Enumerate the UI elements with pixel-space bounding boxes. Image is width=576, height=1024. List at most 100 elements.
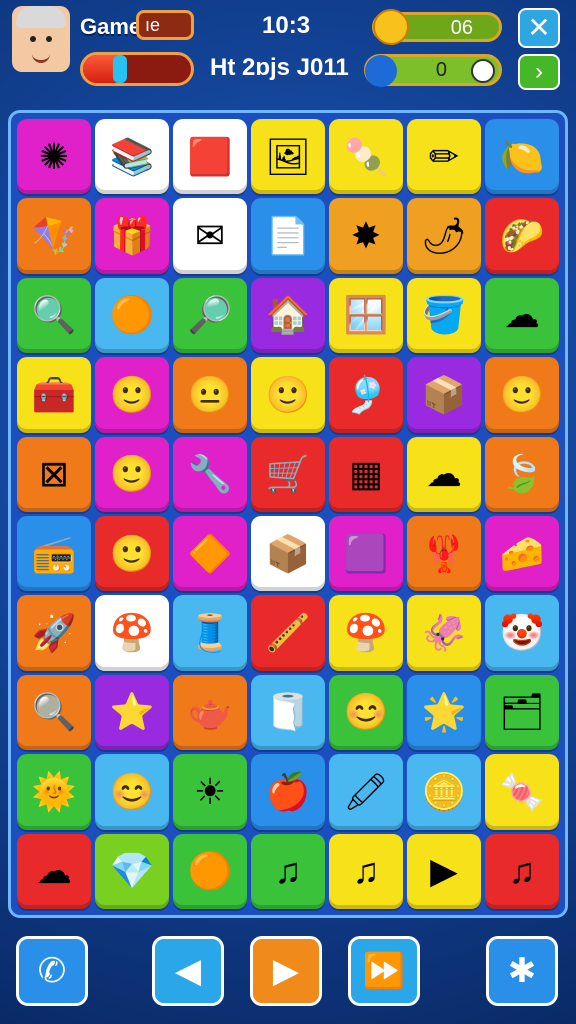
gem-icon: 💎 (109, 850, 155, 892)
close-button[interactable]: ✕ (518, 8, 560, 48)
tile[interactable]: ♫ (485, 833, 559, 909)
tile[interactable]: ☁ (17, 833, 91, 909)
tile[interactable]: 🟪 (329, 516, 403, 592)
tile[interactable]: 🌮 (485, 198, 559, 274)
tile[interactable]: 😐 (173, 357, 247, 433)
tile[interactable]: ✏ (407, 119, 481, 195)
frame-icon: 🖼 (265, 135, 311, 177)
tile[interactable]: 🔍 (17, 674, 91, 751)
tile[interactable]: 🏠 (251, 277, 325, 354)
face-icon: 😐 (187, 373, 233, 415)
chest-icon: 🧰 (31, 373, 77, 415)
tile[interactable]: 🔶 (173, 516, 247, 592)
forward-button[interactable]: ⏩ (348, 936, 420, 1006)
next-button[interactable]: › (518, 54, 560, 90)
books-icon: 📚 (109, 135, 155, 177)
tile[interactable]: 🟠 (173, 833, 247, 909)
tile[interactable]: 🙂 (95, 436, 169, 512)
tile[interactable]: 🍄 (329, 595, 403, 671)
tile[interactable]: ☁ (407, 436, 481, 512)
tile[interactable]: 🌞 (17, 754, 91, 830)
tile[interactable]: 🧻 (251, 674, 325, 751)
tile[interactable]: 🗂 (485, 674, 559, 751)
star-burst-icon: ✸ (350, 215, 382, 257)
tile[interactable]: 🔍 (17, 277, 91, 354)
gem-icon (365, 55, 397, 87)
tile[interactable]: 🌟 (407, 674, 481, 751)
wrench-icon: 🔧 (187, 453, 233, 495)
tile[interactable]: 🙂 (485, 357, 559, 433)
tile[interactable]: 🍃 (485, 436, 559, 512)
tile[interactable]: 🤡 (485, 595, 559, 671)
tile[interactable]: 🙂 (95, 516, 169, 592)
tile[interactable]: 🍋 (485, 119, 559, 195)
tile[interactable]: ✺ (17, 119, 91, 195)
tile[interactable]: 📦 (251, 516, 325, 592)
sound-button[interactable]: ◀ (152, 936, 224, 1006)
tile[interactable]: 🪁 (17, 198, 91, 274)
tile[interactable]: 🙂 (251, 357, 325, 433)
forward-icon: ⏩ (362, 952, 406, 990)
tile[interactable]: 🎐 (329, 357, 403, 433)
tile[interactable]: ✉ (173, 198, 247, 274)
tile[interactable]: 🟥 (173, 119, 247, 195)
tile[interactable]: ▶ (407, 833, 481, 909)
tile[interactable]: 💎 (95, 833, 169, 909)
tile[interactable]: 😊 (329, 674, 403, 751)
tile[interactable]: 📦 (407, 357, 481, 433)
tile[interactable]: 🧀 (485, 516, 559, 592)
tile[interactable]: 📄 (251, 198, 325, 274)
tile[interactable]: 📚 (95, 119, 169, 195)
tile[interactable]: 🔧 (173, 436, 247, 512)
tile[interactable]: 🔎 (173, 277, 247, 354)
music-note-icon: ♫ (274, 850, 302, 892)
gift-box-icon: 🎁 (109, 215, 155, 257)
sun-face-icon: 🌞 (31, 770, 77, 812)
cloud-icon: ☁ (36, 850, 72, 892)
tile[interactable]: 🪟 (329, 277, 403, 354)
settings-button[interactable]: ✱ (486, 936, 558, 1006)
tile[interactable]: ⭐ (95, 674, 169, 751)
tile[interactable]: 🖍 (329, 754, 403, 830)
tile[interactable]: 🦑 (407, 595, 481, 671)
tile[interactable]: 🎁 (95, 198, 169, 274)
tile[interactable]: ▦ (329, 436, 403, 512)
tile[interactable]: 😊 (95, 754, 169, 830)
spool-icon: 🧵 (187, 612, 233, 654)
star-icon: ⭐ (109, 691, 155, 733)
tile[interactable]: 🟠 (95, 277, 169, 354)
tile[interactable]: ☀ (173, 754, 247, 830)
tile[interactable]: 🌶 (407, 198, 481, 274)
phone-button[interactable]: ✆ (16, 936, 88, 1006)
tile[interactable]: 🍬 (485, 754, 559, 830)
tile[interactable]: 🪙 (407, 754, 481, 830)
tile[interactable]: 🖼 (251, 119, 325, 195)
blob-icon: 🟠 (109, 294, 155, 336)
tile[interactable]: ⊠ (17, 436, 91, 512)
tile[interactable]: 🧰 (17, 357, 91, 433)
play-icon: ▶ (272, 952, 300, 990)
tile[interactable]: 🚀 (17, 595, 91, 671)
tile[interactable]: 🍄 (95, 595, 169, 671)
tile[interactable]: 🛒 (251, 436, 325, 512)
envelope-icon: ✉ (194, 215, 226, 257)
tile[interactable]: 🪈 (251, 595, 325, 671)
tile[interactable]: 🫖 (173, 674, 247, 751)
tile[interactable]: 📻 (17, 516, 91, 592)
tile[interactable]: 🪣 (407, 277, 481, 354)
tile[interactable]: ♫ (251, 833, 325, 909)
face-icon: 🙂 (109, 373, 155, 415)
tile[interactable]: ♫ (329, 833, 403, 909)
tile[interactable]: ☁ (485, 277, 559, 354)
tile[interactable]: 🧵 (173, 595, 247, 671)
tile[interactable]: 🍎 (251, 754, 325, 830)
tile[interactable]: ✸ (329, 198, 403, 274)
cheese-icon: 🧀 (499, 532, 545, 574)
tile[interactable]: 🙂 (95, 357, 169, 433)
player-avatar[interactable] (12, 6, 70, 72)
tile[interactable]: 🦞 (407, 516, 481, 592)
health-bar-knob (113, 55, 127, 83)
play-button[interactable]: ▶ (250, 936, 322, 1006)
close-icon: ✕ (527, 12, 551, 43)
tile[interactable]: 🍡 (329, 119, 403, 195)
